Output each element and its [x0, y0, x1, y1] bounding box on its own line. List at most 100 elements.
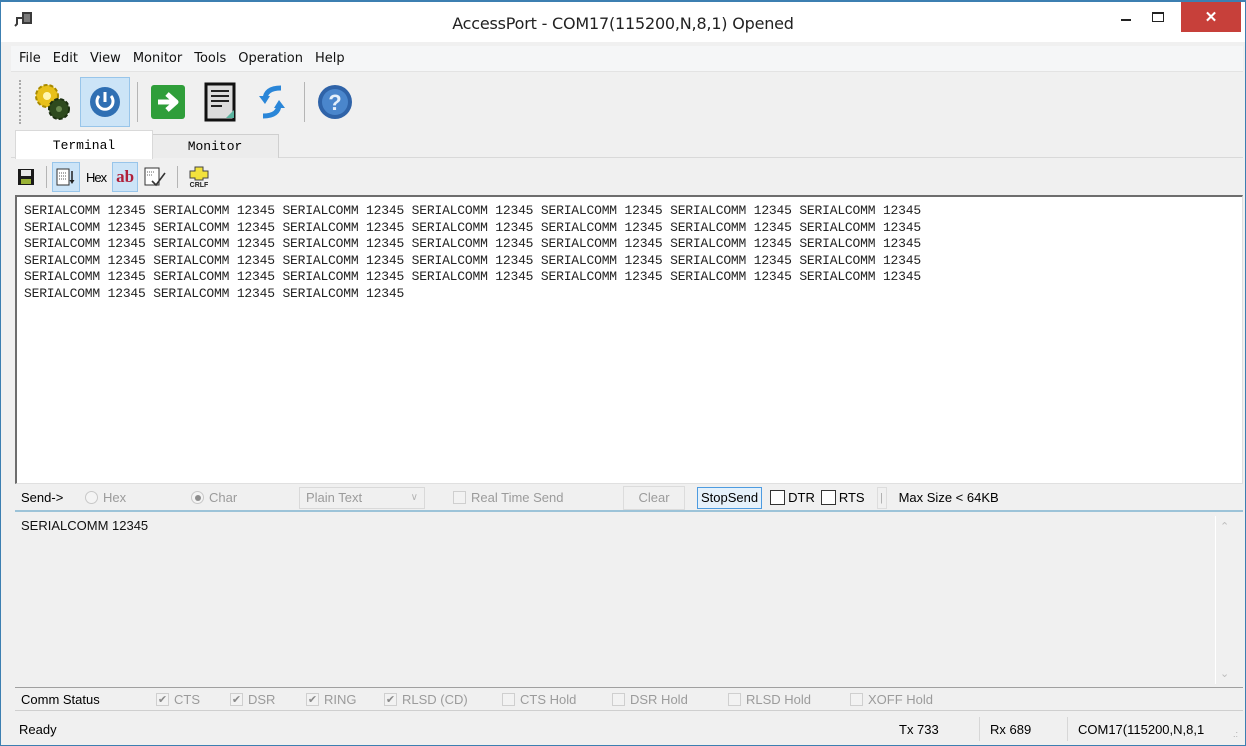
log-document-button[interactable] — [195, 77, 245, 127]
open-close-port-button[interactable] — [80, 77, 130, 127]
autoscroll-button[interactable] — [52, 162, 80, 192]
clear-terminal-button[interactable] — [140, 162, 170, 192]
menu-view[interactable]: View — [84, 51, 127, 66]
menu-edit[interactable]: Edit — [47, 51, 84, 66]
dsr-hold-label: DSR Hold — [630, 692, 688, 707]
toolbar-grip[interactable] — [19, 80, 22, 124]
send-hex-label: Hex — [103, 490, 127, 505]
tab-monitor[interactable]: Monitor — [151, 134, 279, 158]
save-button[interactable] — [13, 162, 39, 192]
hex-display-button[interactable]: Hex — [82, 162, 110, 192]
gears-settings-icon — [35, 84, 70, 120]
tab-terminal[interactable]: Terminal — [15, 130, 153, 159]
terminal-toolbar: Hex ab CRLF — [11, 160, 1243, 194]
app-window: AccessPort - COM17(115200,N,8,1) Opened … — [0, 0, 1246, 746]
dtr-label: DTR — [788, 490, 815, 505]
checkbox-box — [820, 490, 836, 505]
send-label: Send-> — [21, 490, 64, 505]
crlf-button[interactable]: CRLF — [183, 162, 215, 192]
char-display-button[interactable]: ab — [112, 162, 139, 192]
chevron-down-icon: ∨ — [410, 492, 418, 503]
menu-file[interactable]: File — [13, 51, 47, 66]
send-options-bar: Send-> Hex Char Plain Text ∨ Real Time S… — [15, 485, 1243, 512]
radio-indicator — [191, 491, 204, 504]
refresh-arrows-icon — [259, 85, 285, 119]
terminal-line: SERIALCOMM 12345 SERIALCOMM 12345 SERIAL… — [24, 269, 921, 284]
crlf-label: CRLF — [190, 182, 209, 188]
hex-label: Hex — [86, 169, 107, 185]
title-bar: AccessPort - COM17(115200,N,8,1) Opened … — [1, 2, 1245, 42]
terminal-line: SERIALCOMM 12345 SERIALCOMM 12345 SERIAL… — [24, 219, 921, 235]
status-bar: Ready Tx 733 Rx 689 COM17(115200,N,8,1 .… — [11, 714, 1245, 744]
send-input-text: SERIALCOMM 12345 — [21, 518, 149, 533]
tx-count: Tx 733 — [899, 721, 939, 737]
maximize-icon — [1152, 12, 1164, 22]
real-time-send-label: Real Time Send — [471, 490, 564, 505]
view-tabs: Monitor Terminal — [11, 130, 1243, 159]
resize-grip-icon[interactable]: .: — [1233, 719, 1245, 739]
radio-indicator — [85, 491, 98, 504]
help-button[interactable]: ? — [310, 77, 360, 127]
close-button[interactable]: ✕ — [1181, 2, 1241, 32]
menu-bar: File Edit View Monitor Tools Operation H… — [11, 46, 1243, 72]
toolbar-separator — [46, 166, 47, 188]
check-icon: ✔ — [384, 693, 397, 706]
document-icon — [204, 82, 236, 122]
checkbox-box — [502, 693, 515, 706]
autoscroll-icon — [56, 168, 75, 186]
crlf-icon: CRLF — [189, 166, 209, 188]
rlsd-hold-indicator: RLSD Hold — [728, 692, 836, 707]
clear-edit-icon — [144, 167, 166, 187]
send-button[interactable] — [143, 77, 193, 127]
window-title: AccessPort - COM17(115200,N,8,1) Opened — [452, 14, 794, 33]
real-time-send-checkbox[interactable]: Real Time Send — [453, 490, 623, 505]
rts-label: RTS — [838, 490, 865, 505]
send-hex-radio[interactable]: Hex — [85, 490, 191, 505]
check-icon: ✔ — [306, 693, 319, 706]
send-char-radio[interactable]: Char — [191, 490, 299, 505]
toolbar-separator — [304, 82, 305, 122]
format-select-value: Plain Text — [306, 490, 363, 505]
terminal-line: SERIALCOMM 12345 SERIALCOMM 12345 SERIAL… — [24, 203, 921, 218]
ring-label: RING — [324, 692, 357, 707]
scroll-down-icon[interactable]: ⌄ — [1220, 667, 1229, 680]
checkbox-box — [850, 693, 863, 706]
dsr-hold-indicator: DSR Hold — [612, 692, 714, 707]
stop-send-button[interactable]: StopSend — [697, 486, 763, 509]
checkbox-box — [612, 693, 625, 706]
terminal-line: SERIALCOMM 12345 SERIALCOMM 12345 SERIAL… — [24, 252, 921, 268]
check-icon: ✔ — [156, 693, 169, 706]
send-char-label: Char — [209, 490, 238, 505]
terminal-output[interactable]: SERIALCOMM 12345 SERIALCOMM 12345 SERIAL… — [15, 195, 1243, 484]
menu-operation[interactable]: Operation — [232, 51, 309, 66]
send-divider: | — [876, 486, 887, 509]
scroll-up-icon[interactable]: ⌃ — [1220, 520, 1229, 533]
maximize-button[interactable] — [1143, 2, 1173, 32]
send-scrollbar[interactable]: ⌃ ⌄ — [1215, 516, 1237, 684]
save-disk-icon — [18, 169, 34, 185]
send-input[interactable]: SERIALCOMM 12345 ⌃ ⌄ — [15, 514, 1243, 688]
checkbox-box — [453, 491, 466, 504]
menu-monitor[interactable]: Monitor — [127, 51, 188, 66]
status-text: Ready — [19, 721, 57, 737]
cts-hold-indicator: CTS Hold — [502, 692, 598, 707]
terminal-line: SERIALCOMM 12345 SERIALCOMM 12345 SERIAL… — [24, 285, 405, 301]
clear-button[interactable]: Clear — [623, 485, 685, 510]
green-arrow-right-icon — [151, 85, 185, 119]
format-select[interactable]: Plain Text ∨ — [299, 486, 425, 509]
dtr-checkbox[interactable]: DTR — [770, 490, 815, 505]
xoff-hold-indicator: XOFF Hold — [850, 692, 933, 707]
menu-help[interactable]: Help — [309, 51, 351, 66]
power-icon — [90, 87, 120, 117]
cts-indicator: ✔ CTS — [156, 692, 216, 707]
cts-label: CTS — [174, 692, 200, 707]
checkbox-box — [770, 490, 786, 505]
rts-checkbox[interactable]: RTS — [820, 490, 865, 505]
rlsd-hold-label: RLSD Hold — [746, 692, 812, 707]
xoff-hold-label: XOFF Hold — [868, 692, 934, 707]
menu-tools[interactable]: Tools — [188, 51, 232, 66]
refresh-button[interactable] — [247, 77, 297, 127]
comm-status-label: Comm Status — [21, 692, 100, 707]
config-button[interactable] — [28, 77, 78, 127]
minimize-button[interactable] — [1111, 2, 1141, 32]
